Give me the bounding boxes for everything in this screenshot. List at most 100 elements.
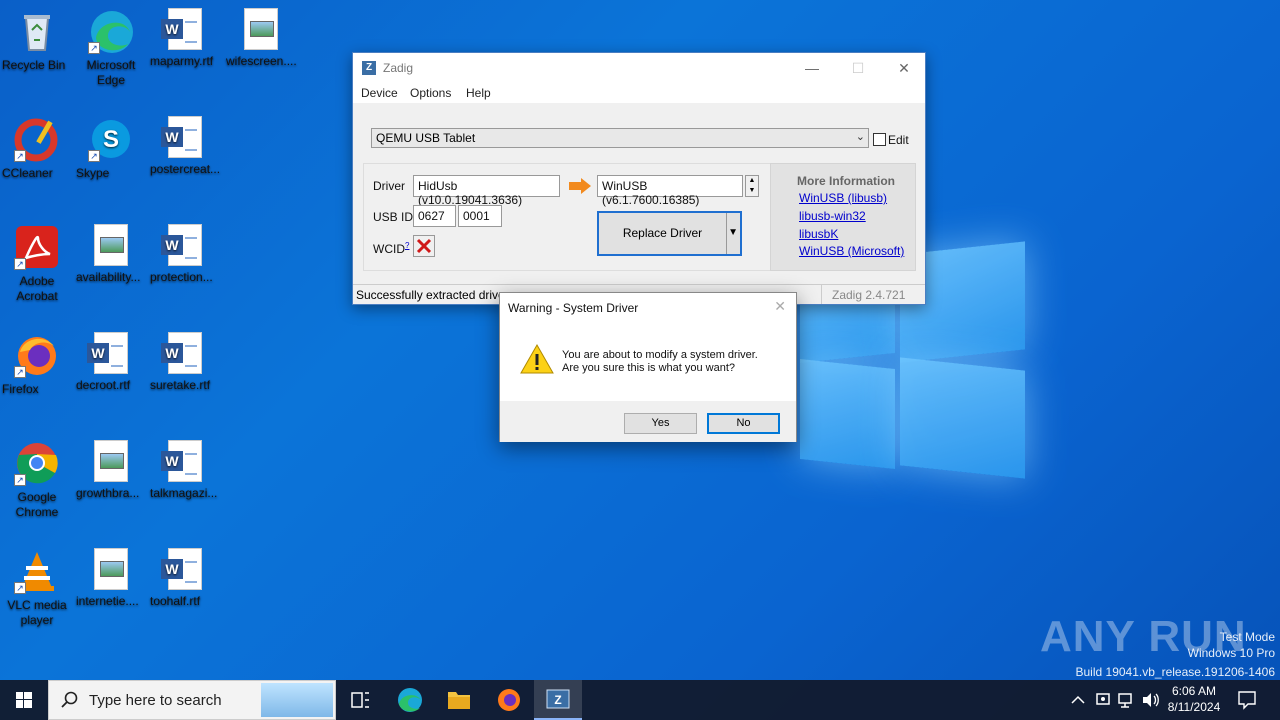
icon-label: talkmagazi... (150, 486, 218, 500)
notification-icon[interactable] (1237, 689, 1257, 714)
clock[interactable]: 6:06 AM 8/11/2024 (1162, 683, 1226, 715)
edit-checkbox[interactable] (873, 133, 886, 146)
close-button[interactable]: ✕ (881, 53, 927, 83)
warning-dialog: Warning - System Driver ✕ You are about … (499, 292, 797, 442)
message-line-1: You are about to modify a system driver. (562, 349, 758, 361)
version-text: Zadig 2.4.721 (821, 285, 915, 304)
desktop-icon-firefox[interactable]: ↗ Firefox (2, 326, 72, 396)
desktop-icon-edge[interactable]: ↗ Microsoft Edge (76, 2, 146, 87)
zadig-titlebar[interactable]: Z Zadig — ☐ ✕ (353, 53, 925, 83)
icon-label: internetie.... (76, 594, 139, 608)
desktop-icon-internetie[interactable]: internetie.... (76, 542, 146, 608)
tray-chevron-up-icon[interactable] (1070, 690, 1086, 713)
volume-icon[interactable] (1141, 690, 1161, 713)
no-button[interactable]: No (707, 413, 780, 434)
search-icon (61, 691, 79, 712)
usb-pid-field: 0001 (458, 205, 502, 227)
dialog-title: Warning - System Driver (508, 301, 639, 315)
desktop-icon-postercreat[interactable]: postercreat... (150, 110, 220, 176)
icon-label: postercreat... (150, 162, 221, 176)
recycle-bin-icon (14, 8, 60, 54)
icon-label: VLC media player (7, 598, 67, 627)
word-document-icon (161, 548, 202, 590)
link-winusb-libusb[interactable]: WinUSB (libusb) (799, 191, 887, 205)
menu-help[interactable]: Help (466, 86, 491, 100)
desktop-icon-wifescreen[interactable]: wifescreen.... (226, 2, 297, 68)
build-text: Build 19041.vb_release.191206-1406 (1075, 665, 1276, 679)
network-icon[interactable] (1117, 690, 1137, 713)
desktop-icon-chrome[interactable]: ↗ Google Chrome (2, 434, 72, 519)
desktop-icon-toohalf[interactable]: toohalf.rtf (150, 542, 220, 608)
menu-device[interactable]: Device (361, 86, 398, 100)
vlc-icon: ↗ (14, 548, 60, 594)
taskbar-zadig[interactable]: Z (534, 680, 582, 720)
usb-vid-field: 0627 (413, 205, 456, 227)
replace-driver-button[interactable]: Replace Driver ▼ (597, 211, 742, 256)
desktop-icon-decroot[interactable]: decroot.rtf (76, 326, 146, 392)
device-select-value: QEMU USB Tablet (376, 131, 476, 145)
desktop-icon-recycle-bin[interactable]: Recycle Bin (2, 2, 72, 72)
desktop-icon-skype[interactable]: S ↗ Skype (76, 110, 146, 180)
taskbar-firefox[interactable] (485, 680, 533, 720)
task-view-button[interactable] (336, 680, 384, 720)
window-title: Zadig (383, 61, 414, 75)
desktop-icon-talkmagazi[interactable]: talkmagazi... (150, 434, 220, 500)
status-text: Successfully extracted drive (356, 288, 505, 302)
link-libusb-win32[interactable]: libusb-win32 (799, 209, 866, 223)
icon-label: Recycle Bin (2, 58, 66, 72)
device-icon[interactable] (1094, 690, 1112, 713)
desktop-icon-suretake[interactable]: suretake.rtf (150, 326, 220, 392)
taskbar-search[interactable]: Type here to search (48, 680, 336, 720)
minimize-button[interactable]: — (789, 53, 835, 83)
desktop-icon-availability[interactable]: availability... (76, 218, 146, 284)
svg-text:Z: Z (554, 693, 561, 707)
folder-icon (448, 692, 470, 709)
windows-edition-text: Windows 10 Pro (1187, 646, 1275, 660)
desktop-icon-adobe-acrobat[interactable]: ↗ Adobe Acrobat (2, 218, 72, 303)
desktop-icon-vlc[interactable]: ↗ VLC media player (2, 542, 72, 627)
image-file-icon (244, 8, 278, 50)
windows-start-icon (16, 692, 32, 708)
usbid-label: USB ID (373, 210, 414, 224)
current-driver-field: HidUsb (v10.0.19041.3636) (413, 175, 560, 207)
skype-icon: S ↗ (88, 116, 134, 162)
icon-label: maparmy.rtf (150, 54, 214, 68)
icon-label: CCleaner (2, 166, 53, 180)
dropdown-arrow-icon[interactable]: ▼ (728, 227, 738, 238)
chevron-down-icon: ⌄ (855, 131, 865, 143)
firefox-icon: ↗ (14, 332, 60, 378)
image-file-icon (94, 224, 128, 266)
taskbar: Type here to search Z 6:06 AM 8/11/2024 (0, 680, 1280, 720)
desktop-icon-ccleaner[interactable]: ↗ CCleaner (2, 110, 72, 180)
icon-label: suretake.rtf (150, 378, 211, 392)
dialog-close-icon[interactable]: ✕ (774, 298, 786, 315)
yes-button[interactable]: Yes (624, 413, 697, 434)
device-select[interactable]: QEMU USB Tablet ⌄ (371, 128, 869, 148)
word-document-icon (87, 332, 128, 374)
icon-label: Skype (76, 166, 110, 180)
word-document-icon (161, 332, 202, 374)
driver-spin-button[interactable]: ▲ ▼ (745, 175, 759, 197)
link-winusb-microsoft[interactable]: WinUSB (Microsoft) (799, 244, 904, 258)
dialog-message: You are about to modify a system driver.… (562, 349, 758, 375)
replace-driver-label: Replace Driver (599, 213, 727, 254)
edge-icon (398, 688, 422, 712)
wcid-label: WCID? (373, 241, 410, 256)
acrobat-icon: ↗ (14, 224, 60, 270)
desktop-icon-growthbra[interactable]: growthbra... (76, 434, 146, 500)
icon-label: availability... (76, 270, 141, 284)
zadig-window: Z Zadig — ☐ ✕ Device Options Help QEMU U… (352, 52, 926, 305)
icon-label: Adobe Acrobat (16, 274, 58, 303)
taskbar-edge[interactable] (386, 680, 434, 720)
target-driver-field[interactable]: WinUSB (v6.1.7600.16385) (597, 175, 743, 207)
link-libusbk[interactable]: libusbK (799, 227, 838, 241)
desktop-icon-maparmy[interactable]: maparmy.rtf (150, 2, 220, 68)
taskbar-file-explorer[interactable] (435, 680, 483, 720)
image-file-icon (94, 440, 128, 482)
menu-options[interactable]: Options (410, 86, 451, 100)
menu-bar: Device Options Help (353, 83, 925, 103)
desktop-icon-protection[interactable]: protection... (150, 218, 220, 284)
task-view-icon (351, 692, 369, 708)
start-button[interactable] (0, 680, 48, 720)
maximize-button[interactable]: ☐ (835, 53, 881, 83)
